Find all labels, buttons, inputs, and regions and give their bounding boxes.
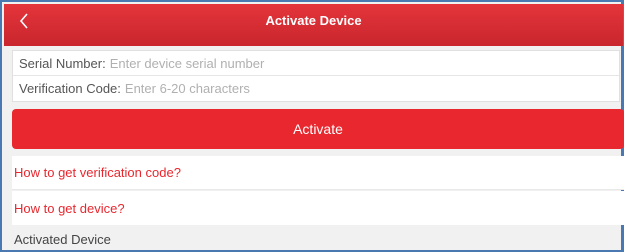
title-bar: Activate Device [4,4,623,46]
activate-button[interactable]: Activate [12,109,624,149]
get-device-help-link[interactable]: How to get device? [12,191,624,225]
serial-number-row: Serial Number: [13,51,619,76]
page-title: Activate Device [265,13,362,28]
activated-device-heading: Activated Device [14,232,111,247]
serial-number-input[interactable] [109,55,619,71]
verification-code-input[interactable] [124,80,619,96]
verification-code-help-link[interactable]: How to get verification code? [12,156,624,190]
app-window: Activate Device Serial Number: Verificat… [0,0,624,252]
serial-number-label: Serial Number: [19,55,106,71]
verification-code-label: Verification Code: [19,80,121,96]
activation-form: Serial Number: Verification Code: [12,50,620,102]
verification-code-row: Verification Code: [13,76,619,100]
